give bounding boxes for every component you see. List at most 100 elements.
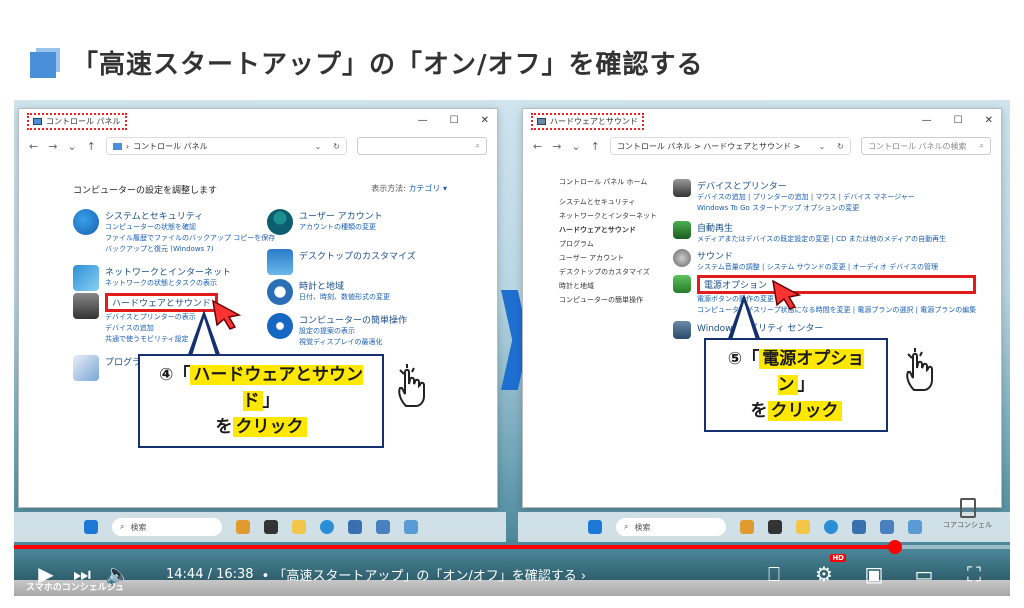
sidebar-item[interactable]: プログラム — [559, 237, 657, 251]
chevron-down-icon[interactable]: ⌄ — [571, 140, 580, 153]
control-panel-icon[interactable] — [908, 520, 922, 534]
back-icon[interactable]: ← — [29, 140, 38, 153]
sidebar-item[interactable]: ユーザー アカウント — [559, 251, 657, 265]
category-link[interactable]: 設定の提案の表示 — [299, 326, 407, 337]
user-icon — [267, 209, 293, 235]
refresh-icon[interactable]: ↻ — [837, 142, 844, 151]
sidebar-item[interactable]: ネットワークとインターネット — [559, 209, 657, 223]
category-user-accounts[interactable]: ユーザー アカウント アカウントの種類の変更 — [267, 209, 383, 235]
category-title[interactable]: システムとセキュリティ — [105, 209, 275, 222]
sidebar-item[interactable]: コンピューターの簡単操作 — [559, 293, 657, 307]
section-links[interactable]: デバイスの追加 | プリンターの追加 | マウス | デバイス マネージャー — [697, 192, 915, 203]
view-dropdown[interactable]: カテゴリ ▾ — [408, 184, 447, 193]
progress-bar[interactable] — [14, 540, 1010, 554]
dropdown-icon[interactable]: ⌄ — [315, 142, 322, 151]
section-title[interactable]: サウンド — [697, 249, 938, 262]
video-frame[interactable]: コントロール パネル — ☐ ✕ ← → ⌄ ↑ › コントロール パネル ⌄ ↻ — [14, 100, 1010, 580]
app-icon[interactable] — [852, 520, 866, 534]
minimize-icon[interactable]: — — [922, 115, 932, 126]
minimize-icon[interactable]: — — [418, 115, 428, 126]
folder-icon[interactable] — [796, 520, 810, 534]
chevron-down-icon[interactable]: ⌄ — [67, 140, 76, 153]
section-links[interactable]: Windows To Go スタートアップ オプションの変更 — [697, 203, 915, 214]
category-accessibility[interactable]: コンピューターの簡単操作 設定の提案の表示 視覚ディスプレイの最適化 — [267, 313, 407, 348]
theater-icon[interactable]: ▭ — [906, 556, 942, 592]
app-icon[interactable] — [740, 520, 754, 534]
chapter-title[interactable]: • 「高速スタートアップ」の「オン/オフ」を確認する › — [262, 565, 587, 584]
section-links[interactable]: メディアまたはデバイスの既定設定の変更 | CD または他のメディアの自動再生 — [697, 234, 946, 245]
mobility-icon — [673, 321, 691, 339]
app-icon[interactable] — [236, 520, 250, 534]
address-bar[interactable]: コントロール パネル > ハードウェアとサウンド > ⌄ ↻ — [609, 137, 851, 155]
category-link[interactable]: コンピューターの状態を確認 — [105, 222, 275, 233]
taskbar: ⌕ 検索 — [518, 512, 1010, 542]
category-link[interactable]: ネットワークの状態とタスクの表示 — [105, 278, 231, 289]
taskbar-search[interactable]: ⌕ 検索 — [112, 518, 222, 536]
section-power-options[interactable]: 電源オプション 電源ボタンの動作の変更 コンピューターがスリープ状態になる時間を… — [673, 275, 977, 316]
section-autoplay[interactable]: 自動再生 メディアまたはデバイスの既定設定の変更 | CD または他のメディアの… — [673, 221, 946, 245]
section-title[interactable]: 自動再生 — [697, 221, 946, 234]
view-mode: 表示方法: カテゴリ ▾ — [371, 183, 447, 194]
section-links[interactable]: システム音量の調整 | システム サウンドの変更 | オーディオ デバイスの管理 — [697, 262, 938, 273]
address-bar[interactable]: › コントロール パネル ⌄ ↻ — [105, 137, 347, 155]
category-link[interactable]: 日付、時刻、数値形式の変更 — [299, 292, 390, 303]
sidebar-item[interactable]: コントロール パネル ホーム — [559, 175, 657, 189]
search-input[interactable]: ⌕ — [357, 137, 487, 155]
app-icon[interactable] — [376, 520, 390, 534]
hd-badge: HD — [830, 554, 846, 562]
category-title[interactable]: ユーザー アカウント — [299, 209, 383, 222]
category-desktop[interactable]: デスクトップのカスタマイズ — [267, 249, 416, 275]
up-icon[interactable]: ↑ — [591, 140, 600, 153]
settings-icon[interactable]: ⚙ HD — [806, 554, 846, 592]
section-sound[interactable]: サウンド システム音量の調整 | システム サウンドの変更 | オーディオ デバ… — [673, 249, 938, 273]
category-network[interactable]: ネットワークとインターネット ネットワークの状態とタスクの表示 — [73, 265, 231, 291]
title-bullet-icon — [30, 47, 60, 78]
miniplayer-icon[interactable]: ▣ — [856, 556, 892, 592]
search-input[interactable]: コントロール パネルの検索 ⌕ — [861, 137, 991, 155]
task-view-icon[interactable] — [264, 520, 278, 534]
category-title[interactable]: 時計と地域 — [299, 279, 390, 292]
start-icon[interactable] — [588, 520, 602, 534]
category-title[interactable]: デスクトップのカスタマイズ — [299, 249, 416, 262]
category-link[interactable]: 視覚ディスプレイの最適化 — [299, 337, 407, 348]
section-title[interactable]: デバイスとプリンター — [697, 179, 915, 192]
refresh-icon[interactable]: ↻ — [333, 142, 340, 151]
edge-icon[interactable] — [824, 520, 838, 534]
section-devices-printers[interactable]: デバイスとプリンター デバイスの追加 | プリンターの追加 | マウス | デバ… — [673, 179, 915, 214]
close-icon[interactable]: ✕ — [985, 115, 993, 126]
sidebar-item[interactable]: デスクトップのカスタマイズ — [559, 265, 657, 279]
category-link[interactable]: ファイル履歴でファイルのバックアップ コピーを保存 — [105, 233, 275, 244]
sidebar-item[interactable]: システムとセキュリティ — [559, 195, 657, 209]
sidebar-item[interactable]: 時計と地域 — [559, 279, 657, 293]
forward-icon[interactable]: → — [552, 140, 561, 153]
up-icon[interactable]: ↑ — [87, 140, 96, 153]
tap-hand-icon — [398, 364, 425, 407]
edge-icon[interactable] — [320, 520, 334, 534]
taskbar-search[interactable]: ⌕ 検索 — [616, 518, 726, 536]
task-view-icon[interactable] — [768, 520, 782, 534]
fullscreen-icon[interactable]: ⛶ — [956, 556, 992, 592]
app-icon[interactable] — [880, 520, 894, 534]
sidebar-item-active[interactable]: ハードウェアとサウンド — [559, 223, 657, 237]
category-title[interactable]: コンピューターの簡単操作 — [299, 313, 407, 326]
slide-title-text: 「高速スタートアップ」の「オン/オフ」を確認する — [72, 50, 704, 80]
category-link[interactable]: アカウントの種類の変更 — [299, 222, 383, 233]
subtitles-icon[interactable]: ⎕ — [756, 556, 792, 592]
hardware-sound-window: ハードウェアとサウンド — ☐ ✕ ← → ⌄ ↑ コントロール パネル > ハ… — [522, 108, 1002, 508]
category-clock-region[interactable]: 時計と地域 日付、時刻、数値形式の変更 — [267, 279, 390, 305]
dropdown-icon[interactable]: ⌄ — [819, 142, 826, 151]
app-icon[interactable] — [348, 520, 362, 534]
power-options-link[interactable]: 電源オプション — [697, 275, 977, 294]
close-icon[interactable]: ✕ — [481, 115, 489, 126]
control-panel-icon — [112, 142, 122, 150]
category-system-security[interactable]: システムとセキュリティ コンピューターの状態を確認 ファイル履歴でファイルのバッ… — [73, 209, 275, 255]
back-icon[interactable]: ← — [533, 140, 542, 153]
forward-icon[interactable]: → — [48, 140, 57, 153]
maximize-icon[interactable]: ☐ — [450, 115, 459, 126]
maximize-icon[interactable]: ☐ — [954, 115, 963, 126]
control-panel-icon[interactable] — [404, 520, 418, 534]
folder-icon[interactable] — [292, 520, 306, 534]
category-title[interactable]: ネットワークとインターネット — [105, 265, 231, 278]
category-link[interactable]: バックアップと復元 (Windows 7) — [105, 244, 275, 255]
start-icon[interactable] — [84, 520, 98, 534]
